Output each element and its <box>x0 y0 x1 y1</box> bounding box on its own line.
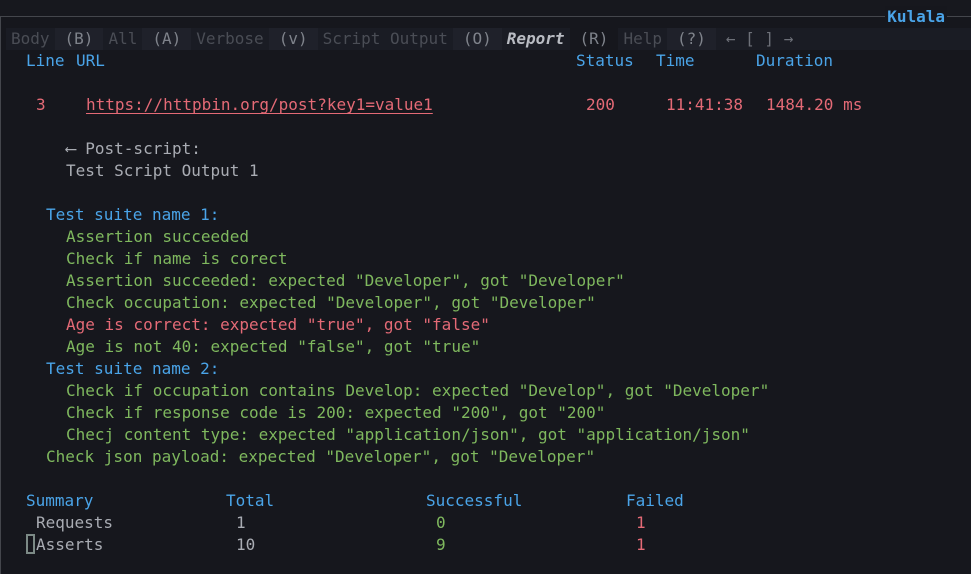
header-duration: Duration <box>756 51 834 70</box>
navigation: ← [ ] → <box>716 28 793 50</box>
summary-header-total: Total <box>226 491 275 510</box>
test-suite-name: Test suite name 1: <box>46 205 220 224</box>
summary-header-label: Summary <box>26 491 94 510</box>
row-time: 11:41:38 <box>666 95 744 114</box>
summary-asserts-failed: 1 <box>636 535 646 554</box>
tab-script-output[interactable]: Script Output <box>318 28 453 50</box>
tab-verbose-shortcut[interactable]: (v) <box>268 28 318 50</box>
tab-help-shortcut[interactable]: (?) <box>666 28 716 50</box>
row-line-number: 3 <box>36 95 46 114</box>
tab-verbose[interactable]: Verbose <box>191 28 268 50</box>
window-title: Kulala <box>885 6 947 28</box>
text-cursor <box>26 534 35 556</box>
assertion-result: Check occupation: expected "Developer", … <box>66 293 596 312</box>
top-bar <box>0 0 971 16</box>
tab-all-shortcut[interactable]: (A) <box>142 28 192 50</box>
summary-requests-label: Requests <box>36 513 114 532</box>
assertion-result: Check if response code is 200: expected … <box>66 403 606 422</box>
tab-bar: Body (B) All (A) Verbose (v) Script Outp… <box>6 28 971 50</box>
brackets-icon[interactable]: [ ] <box>745 29 774 48</box>
summary-header-successful: Successful <box>426 491 523 510</box>
assertion-result-failed: Age is correct: expected "true", got "fa… <box>66 315 490 334</box>
tab-body[interactable]: Body <box>6 28 55 50</box>
summary-asserts-label: Asserts <box>36 535 104 554</box>
tab-help[interactable]: Help <box>618 28 667 50</box>
cursor-block <box>26 534 35 554</box>
tab-report[interactable]: Report <box>502 28 570 50</box>
tab-body-shortcut[interactable]: (B) <box>54 28 104 50</box>
summary-asserts-successful: 9 <box>436 535 446 554</box>
summary-asserts-total: 10 <box>236 535 256 554</box>
assertion-result: Check if occupation contains Develop: ex… <box>66 381 770 400</box>
tab-all[interactable]: All <box>103 28 142 50</box>
row-url-link[interactable]: https://httpbin.org/post?key1=value1 <box>86 94 433 116</box>
summary-requests-failed: 1 <box>636 513 646 532</box>
post-script-label: ⟵ Post-script: <box>66 139 201 158</box>
summary-requests-total: 1 <box>236 513 246 532</box>
arrow-right-icon[interactable]: → <box>784 29 794 48</box>
header-time: Time <box>656 51 695 70</box>
row-duration: 1484.20 ms <box>766 95 863 114</box>
summary-header-failed: Failed <box>626 491 684 510</box>
assertion-result: Assertion succeeded <box>66 227 250 246</box>
summary-requests-successful: 0 <box>436 513 446 532</box>
row-status: 200 <box>586 95 615 114</box>
assertion-result: Check json payload: expected "Developer"… <box>46 447 596 466</box>
header-line: Line <box>26 51 65 70</box>
test-suite-name: Test suite name 2: <box>46 359 220 378</box>
assertion-result: Check if name is corect <box>66 249 288 268</box>
assertion-result: Age is not 40: expected "false", got "tr… <box>66 337 481 356</box>
tab-report-shortcut[interactable]: (R) <box>569 28 619 50</box>
post-script-output: Test Script Output 1 <box>66 161 259 180</box>
header-url: URL <box>76 51 105 70</box>
assertion-result: Assertion succeeded: expected "Developer… <box>66 271 625 290</box>
arrow-left-icon[interactable]: ← <box>726 29 736 48</box>
tab-script-output-shortcut[interactable]: (O) <box>452 28 502 50</box>
header-status: Status <box>576 51 634 70</box>
assertion-result: Checj content type: expected "applicatio… <box>66 425 750 444</box>
